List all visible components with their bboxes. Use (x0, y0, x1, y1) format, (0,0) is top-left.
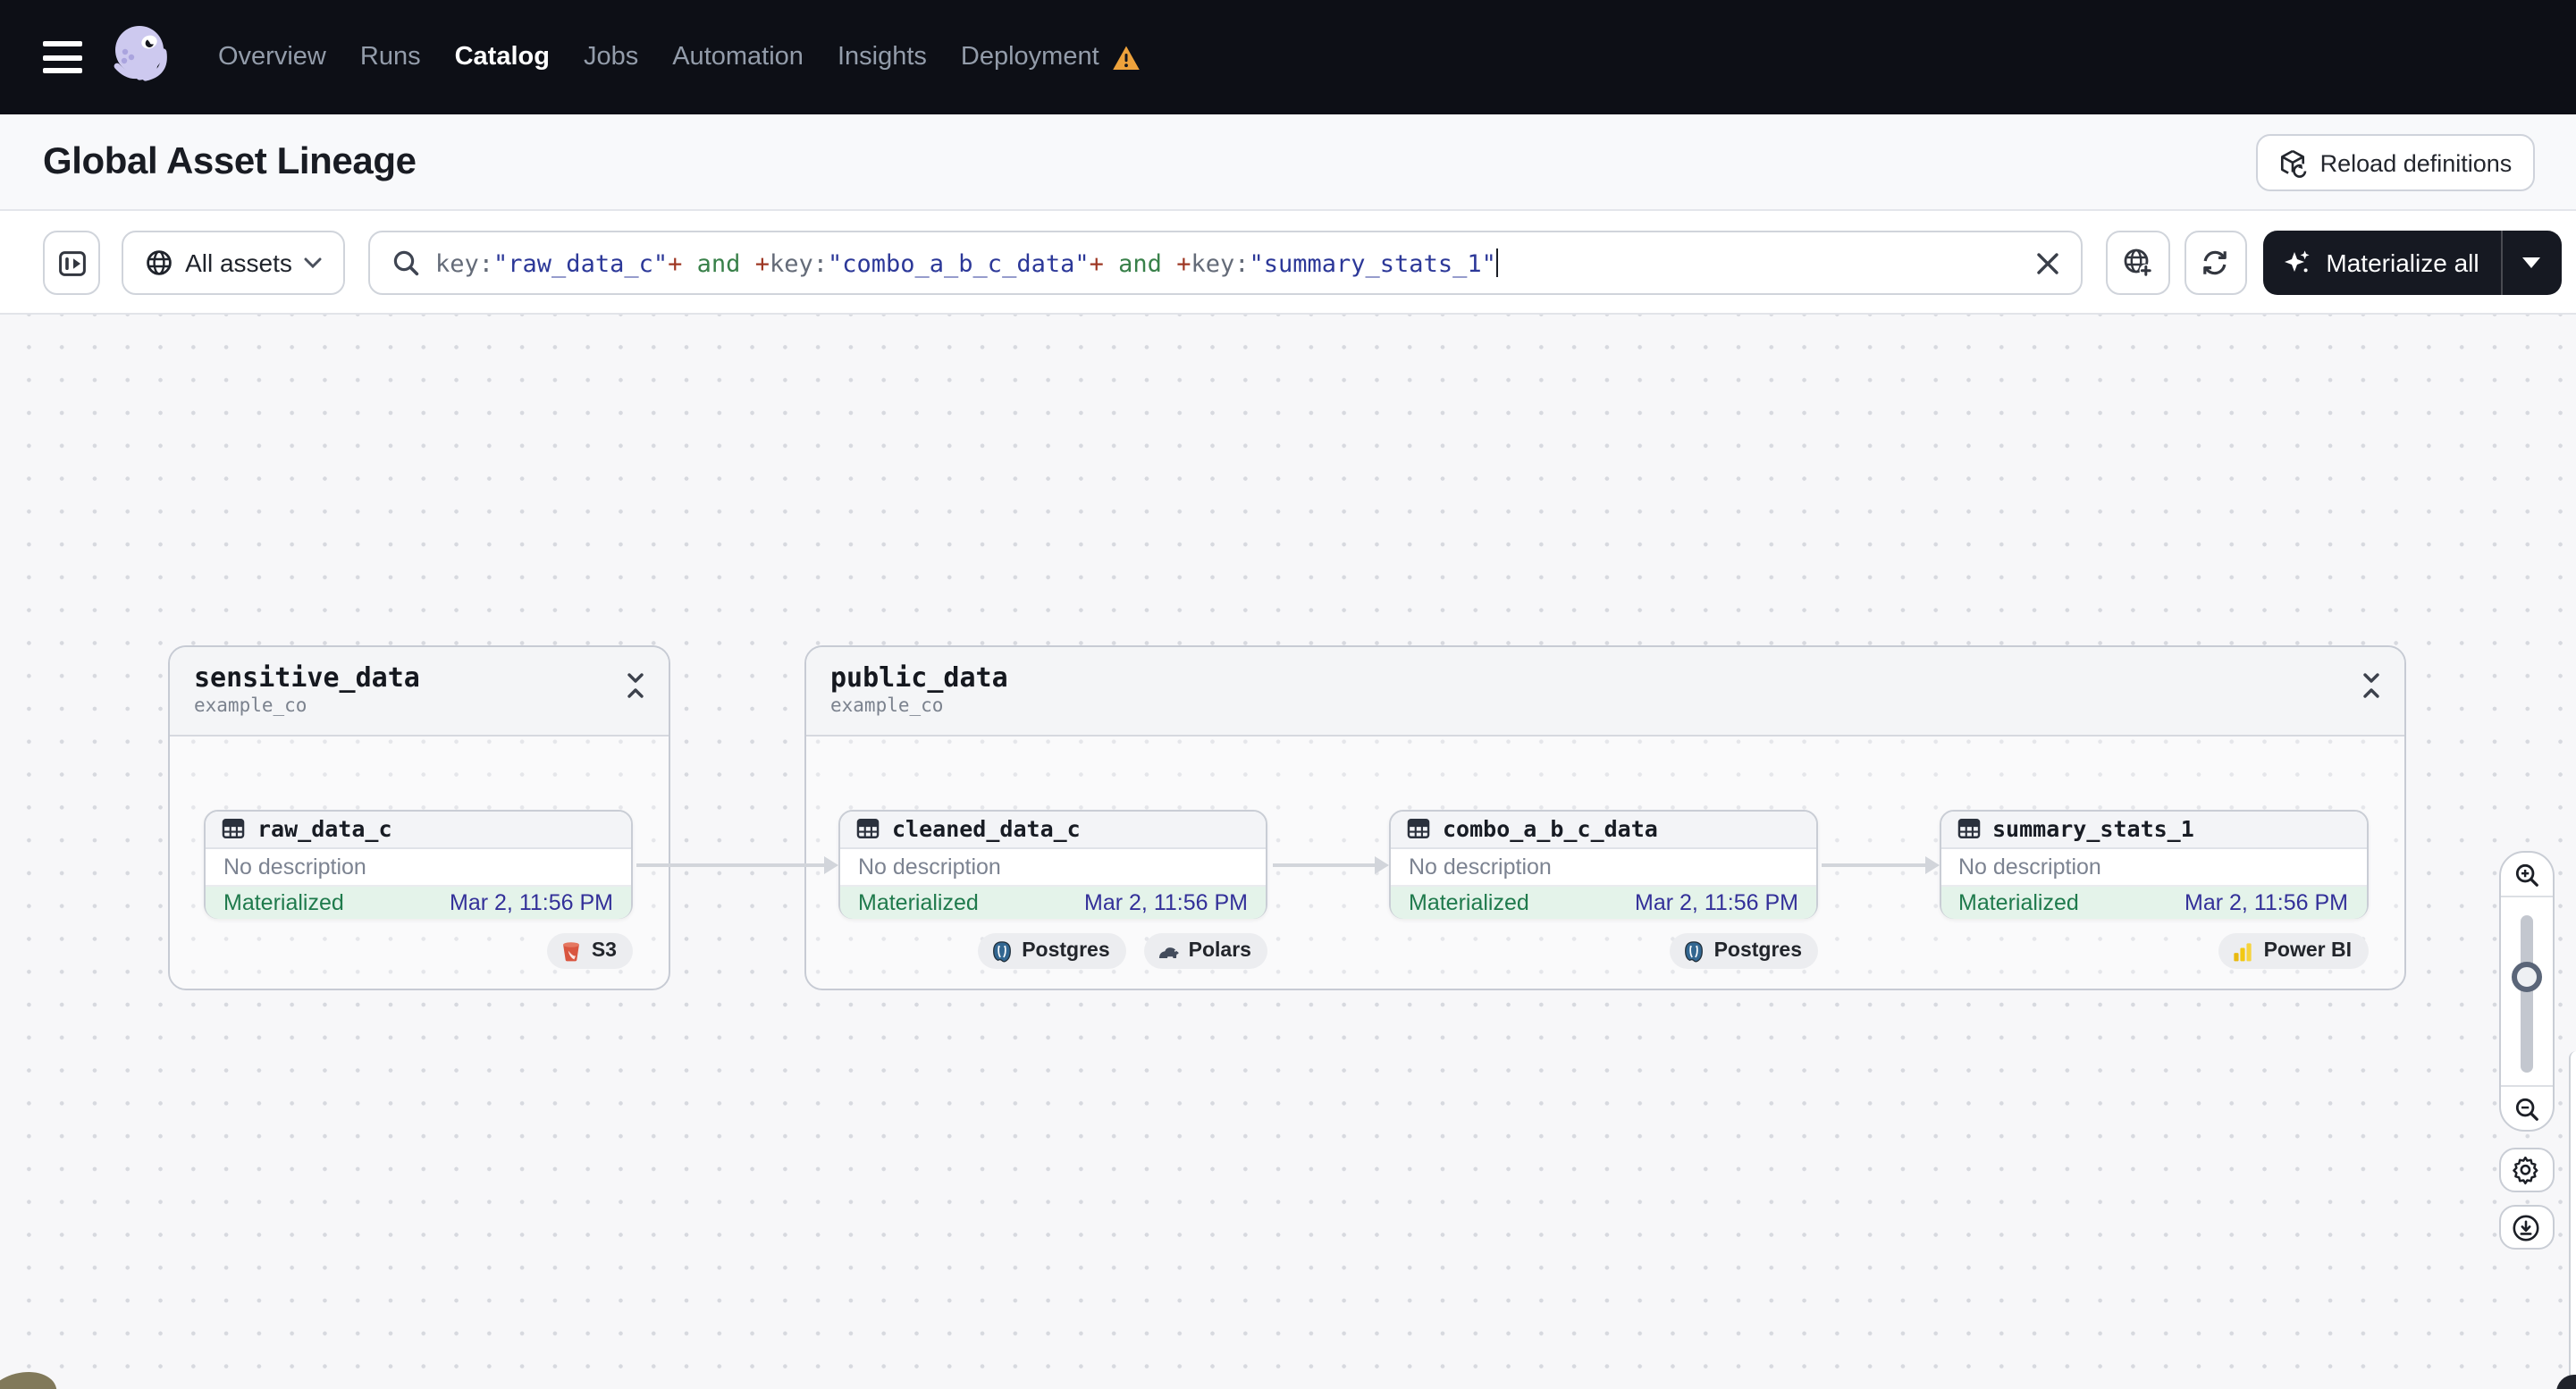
table-icon (222, 818, 245, 841)
table-icon (1957, 818, 1980, 841)
query-token: "combo_a_b_c_data" (828, 249, 1090, 278)
asset-node-summary-stats-1[interactable]: summary_stats_1 No description Materiali… (1939, 809, 2368, 919)
materialize-all-button[interactable]: Materialize all (2262, 231, 2500, 295)
lineage-edge (636, 855, 838, 873)
query-token: + (1089, 249, 1104, 278)
nav-item-automation[interactable]: Automation (672, 43, 804, 72)
open-left-panel-button[interactable] (43, 231, 100, 295)
lineage-edge (1822, 855, 1938, 873)
table-icon (856, 818, 880, 841)
query-token: and (682, 249, 755, 278)
materialization-status: Materialized Mar 2, 11:56 PM (1391, 886, 1816, 919)
query-token: key: (1191, 249, 1250, 278)
nav-item-runs[interactable]: Runs (360, 43, 421, 72)
corner-decoration (2556, 1375, 2576, 1389)
reload-cube-icon (2277, 147, 2308, 178)
materialization-status: Materialized Mar 2, 11:56 PM (1940, 886, 2366, 919)
dagster-logo-icon[interactable] (104, 18, 182, 97)
asset-filter-input[interactable]: key:"raw_data_c"+ and +key:"combo_a_b_c_… (367, 231, 2082, 295)
zoom-slider[interactable] (2500, 897, 2553, 1085)
group-header[interactable]: public_data example_co (805, 647, 2403, 737)
kind-badges: Postgres Polars (838, 933, 1267, 969)
kind-badge-postgres[interactable]: Postgres (977, 933, 1126, 969)
collapse-group-icon[interactable] (624, 672, 647, 699)
s3-icon (560, 939, 583, 963)
query-token: + (754, 249, 770, 278)
chevron-down-icon (305, 257, 323, 268)
kind-badge-powerbi[interactable]: Power BI (2218, 933, 2368, 969)
menu-icon[interactable] (43, 41, 82, 73)
refresh-icon[interactable] (2184, 231, 2246, 295)
zoom-slider-handle[interactable] (2511, 962, 2542, 992)
query-token: key: (769, 249, 828, 278)
page-title: Global Asset Lineage (43, 141, 417, 182)
lineage-edge (1272, 855, 1388, 873)
sparkles-icon (2283, 248, 2311, 277)
kind-badge-polars[interactable]: Polars (1143, 933, 1267, 969)
kind-badges: Power BI (1939, 933, 2368, 969)
query-token: "raw_data_c" (493, 249, 669, 278)
search-icon (391, 248, 419, 277)
nav-item-deployment[interactable]: Deployment (961, 43, 1141, 72)
asset-node-header: summary_stats_1 (1940, 811, 2366, 849)
top-navbar: Overview Runs Catalog Jobs Automation In… (0, 0, 2576, 114)
asset-node-header: raw_data_c (206, 811, 631, 849)
reload-definitions-button[interactable]: Reload definitions (2255, 134, 2534, 191)
query-token: + (1176, 249, 1191, 278)
materialization-status: Materialized Mar 2, 11:56 PM (840, 886, 1266, 919)
dagster-app: Overview Runs Catalog Jobs Automation In… (0, 0, 2576, 1389)
zoom-in-icon[interactable] (2500, 853, 2553, 897)
query-token: + (668, 249, 683, 278)
postgres-icon (989, 939, 1013, 963)
download-icon[interactable] (2498, 1205, 2555, 1250)
filter-query-text: key:"raw_data_c"+ and +key:"combo_a_b_c_… (435, 248, 2021, 278)
kind-badges: Postgres (1389, 933, 1818, 969)
kind-badge-postgres[interactable]: Postgres (1669, 933, 1818, 969)
kind-badge-s3[interactable]: S3 (546, 933, 633, 969)
materialize-options-dropdown[interactable] (2500, 231, 2561, 295)
table-icon (1407, 818, 1430, 841)
polars-icon (1157, 939, 1180, 963)
asset-node-header: cleaned_data_c (840, 811, 1266, 849)
query-token: key: (435, 249, 494, 278)
zoom-controls (2498, 851, 2555, 1132)
globe-icon (144, 248, 173, 277)
postgres-icon (1682, 939, 1705, 963)
nav-item-insights[interactable]: Insights (838, 43, 927, 72)
side-panel-edge (2568, 1051, 2576, 1389)
query-token: and (1103, 249, 1177, 278)
materialize-all-split-button: Materialize all (2262, 231, 2561, 295)
lineage-toolbar: All assets key:"raw_data_c"+ and +key:"c… (0, 211, 2576, 315)
text-cursor (1495, 248, 1499, 276)
nav-item-jobs[interactable]: Jobs (584, 43, 638, 72)
lineage-canvas[interactable]: sensitive_data example_co public_data ex… (0, 315, 2576, 1389)
kind-badges: S3 (204, 933, 633, 969)
asset-scope-dropdown[interactable]: All assets (122, 231, 345, 295)
query-token: "summary_stats_1" (1249, 249, 1496, 278)
asset-node-header: combo_a_b_c_data (1391, 811, 1816, 849)
zoom-out-icon[interactable] (2500, 1085, 2553, 1130)
powerbi-icon (2232, 939, 2255, 963)
corner-decoration (0, 1365, 63, 1389)
fetch-external-assets-button[interactable] (2106, 231, 2169, 295)
page-header: Global Asset Lineage Reload definitions (0, 114, 2576, 211)
group-header[interactable]: sensitive_data example_co (169, 647, 669, 737)
materialization-status: Materialized Mar 2, 11:56 PM (206, 886, 631, 919)
asset-node-combo-a-b-c-data[interactable]: combo_a_b_c_data No description Material… (1389, 809, 1818, 919)
warning-icon (1112, 44, 1141, 71)
nav-item-catalog[interactable]: Catalog (455, 43, 550, 72)
graph-settings-icon[interactable] (2498, 1148, 2555, 1192)
asset-node-raw-data-c[interactable]: raw_data_c No description Materialized M… (204, 809, 633, 919)
collapse-group-icon[interactable] (2359, 672, 2382, 699)
nav-item-overview[interactable]: Overview (218, 43, 326, 72)
asset-node-cleaned-data-c[interactable]: cleaned_data_c No description Materializ… (838, 809, 1267, 919)
clear-filter-icon[interactable] (2035, 251, 2058, 274)
primary-nav: Overview Runs Catalog Jobs Automation In… (218, 0, 1141, 114)
zoom-slider-track[interactable] (2520, 915, 2533, 1073)
